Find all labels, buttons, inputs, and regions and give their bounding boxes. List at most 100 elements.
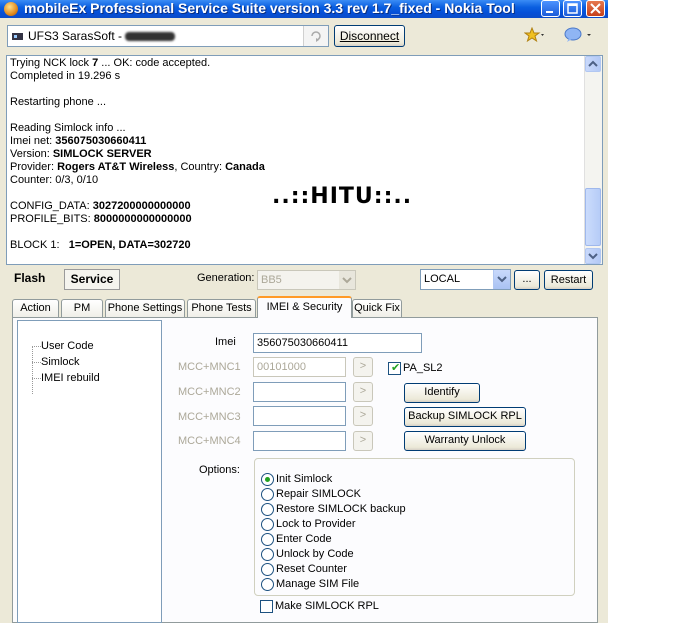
disconnect-button[interactable]: Disconnect [334, 25, 405, 47]
scroll-up-button[interactable] [585, 56, 601, 72]
log-line: Restarting phone ... [10, 96, 106, 109]
maximize-button[interactable] [563, 0, 582, 17]
mcc-mnc4-label: MCC+MNC4 [178, 435, 241, 447]
option-label-reset-counter[interactable]: Reset Counter [276, 563, 347, 575]
minimize-icon [546, 11, 553, 13]
watermark-text: ..::HITU::.. [272, 184, 413, 209]
tree-item-imei-rebuild[interactable]: IMEI rebuild [41, 372, 100, 384]
log-line: Counter: 0/3, 0/10 [10, 174, 98, 187]
log-line-value: 3027200000000000 [92, 200, 191, 212]
option-label-repair-simlock[interactable]: Repair SIMLOCK [276, 488, 361, 500]
imei-field[interactable]: 356075030660411 [253, 333, 422, 353]
log-line-value: 356075030660411 [55, 135, 147, 147]
radio-init-simlock[interactable] [261, 473, 274, 486]
mcc-mnc1-label: MCC+MNC1 [178, 361, 241, 373]
backup-simlock-rpl-button[interactable]: Backup SIMLOCK RPL [404, 407, 526, 427]
device-select[interactable]: UFS3 SarasSoft - [7, 25, 329, 47]
tab-imei-security[interactable]: IMEI & Security [257, 296, 352, 318]
app-window: mobileEx Professional Service Suite vers… [0, 0, 608, 623]
warranty-unlock-button[interactable]: Warranty Unlock [404, 431, 526, 451]
chat-icon[interactable] [563, 27, 593, 43]
connection-select[interactable]: LOCAL [420, 269, 511, 290]
radio-repair-simlock[interactable] [261, 488, 274, 501]
tree-item-user-code[interactable]: User Code [41, 340, 94, 352]
tree-item-simlock[interactable]: Simlock [41, 356, 80, 368]
connection-value: LOCAL [424, 273, 461, 285]
scroll-thumb[interactable] [585, 188, 601, 246]
minimize-button[interactable] [541, 0, 560, 17]
pa-sl2-label: PA_SL2 [403, 362, 443, 374]
option-label-init-simlock[interactable]: Init Simlock [276, 473, 332, 485]
log-line: Trying NCK lock 7 ... OK: code accepted. [10, 57, 210, 70]
mcc-mnc1-arrow-button[interactable]: > [353, 357, 373, 377]
device-label: UFS3 SarasSoft - [28, 29, 123, 43]
mcc-mnc4-arrow-button[interactable]: > [353, 431, 373, 451]
option-label-restore-simlock-backup[interactable]: Restore SIMLOCK backup [276, 503, 406, 515]
mcc-mnc3-label: MCC+MNC3 [178, 411, 241, 423]
pa-sl2-checkbox[interactable]: ✔ [388, 362, 401, 375]
log-line: Version: SIMLOCK SERVER [10, 148, 152, 161]
service-mode-button[interactable]: Service [64, 269, 120, 290]
browse-button[interactable]: ... [514, 270, 540, 290]
option-label-unlock-by-code[interactable]: Unlock by Code [276, 548, 354, 560]
restart-button[interactable]: Restart [544, 270, 593, 290]
toolbar: UFS3 SarasSoft - Disconnect [0, 18, 608, 54]
tab-pm[interactable]: PM [61, 299, 103, 317]
log-line-text: , Country: [174, 161, 226, 173]
device-dropdown-button[interactable] [303, 26, 328, 46]
tab-phone-tests[interactable]: Phone Tests [187, 299, 256, 317]
star-icon[interactable] [524, 27, 546, 43]
radio-lock-to-provider[interactable] [261, 518, 274, 531]
log-line-text: ... OK: code accepted. [98, 57, 211, 69]
log-line-text: PROFILE_BITS: [10, 213, 94, 225]
log-line: Provider: Rogers AT&T Wireless, Country:… [10, 161, 265, 174]
title-bar: mobileEx Professional Service Suite vers… [0, 0, 608, 18]
generation-select[interactable]: BB5 [257, 270, 356, 290]
make-simlock-rpl-label: Make SIMLOCK RPL [275, 600, 379, 612]
log-line-text: Imei net: [10, 135, 56, 147]
tab-quick-fix[interactable]: Quick Fix [352, 299, 402, 317]
generation-dropdown[interactable] [339, 271, 355, 289]
radio-manage-sim-file[interactable] [261, 578, 274, 591]
mcc-mnc1-field[interactable]: 00101000 [253, 357, 346, 377]
connection-dropdown[interactable] [493, 270, 510, 289]
log-line-text: Version: [10, 148, 53, 160]
generation-value: BB5 [261, 274, 282, 286]
mcc-mnc3-arrow-button[interactable]: > [353, 406, 373, 426]
scroll-down-button[interactable] [585, 248, 601, 264]
log-output[interactable]: Trying NCK lock 7 ... OK: code accepted.… [6, 55, 603, 265]
tab-phone-settings[interactable]: Phone Settings [105, 299, 185, 317]
check-icon: ✔ [391, 362, 401, 374]
log-line: PROFILE_BITS: 8000000000000000 [10, 213, 192, 226]
option-label-enter-code[interactable]: Enter Code [276, 533, 332, 545]
app-icon [4, 2, 18, 16]
option-label-lock-to-provider[interactable]: Lock to Provider [276, 518, 355, 530]
mcc-mnc3-field[interactable] [253, 406, 346, 426]
radio-unlock-by-code[interactable] [261, 548, 274, 561]
tree-line [32, 346, 33, 394]
option-label-manage-sim-file[interactable]: Manage SIM File [276, 578, 359, 590]
tree-branch [32, 346, 41, 347]
generation-label: Generation: [197, 272, 255, 284]
radio-enter-code[interactable] [261, 533, 274, 546]
log-line: BLOCK 1: 1=OPEN, DATA=302720 [10, 239, 191, 252]
mcc-mnc2-label: MCC+MNC2 [178, 386, 241, 398]
mcc-mnc2-field[interactable] [253, 382, 346, 402]
mcc-mnc2-arrow-button[interactable]: > [353, 382, 373, 402]
radio-reset-counter[interactable] [261, 563, 274, 576]
log-line-text: BLOCK 1: [10, 239, 69, 251]
radio-restore-simlock-backup[interactable] [261, 503, 274, 516]
log-line-text: Completed in 19.296 s [10, 70, 121, 82]
make-simlock-rpl-checkbox[interactable] [260, 600, 273, 613]
redacted-text [125, 32, 175, 41]
mcc-mnc4-field[interactable] [253, 431, 346, 451]
identify-button[interactable]: Identify [404, 383, 480, 403]
log-line-value: 1=OPEN, DATA=302720 [68, 239, 191, 251]
close-button[interactable] [586, 0, 605, 17]
disconnect-label: Disconnect [339, 29, 400, 43]
tab-action[interactable]: Action [12, 299, 59, 317]
tree-branch [32, 362, 41, 363]
log-scrollbar[interactable] [584, 56, 602, 264]
flash-mode-button[interactable]: Flash [14, 271, 45, 285]
radio-selected-dot [265, 477, 270, 482]
